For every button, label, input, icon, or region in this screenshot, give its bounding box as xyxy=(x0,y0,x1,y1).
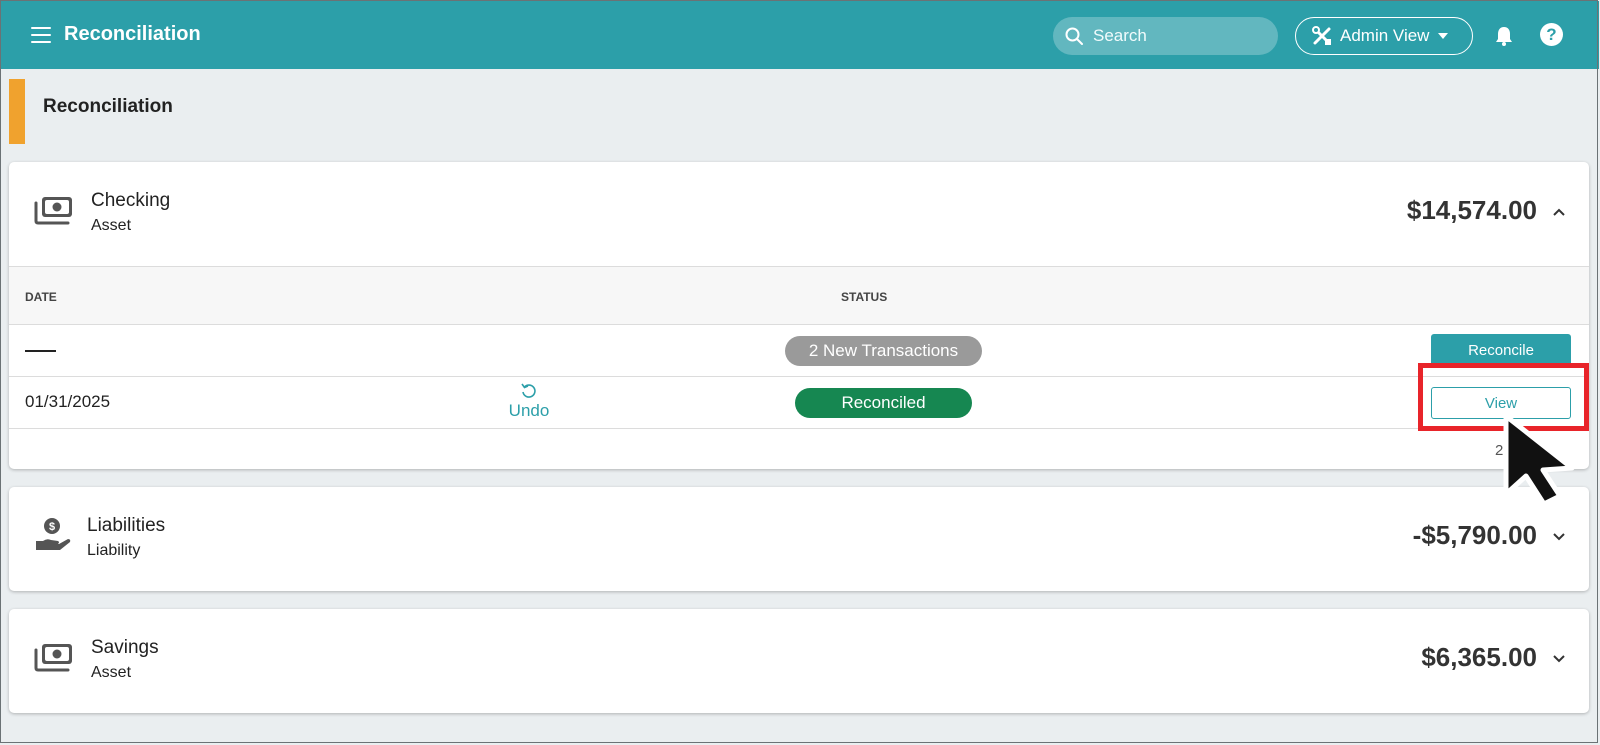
account-type: Asset xyxy=(91,217,132,234)
chevron-down-icon[interactable] xyxy=(1552,654,1566,664)
account-header-liabilities[interactable]: $ Liabilities Liability -$5,790.00 xyxy=(9,487,1589,591)
tools-icon xyxy=(1312,26,1331,45)
empty-date-dash xyxy=(25,350,56,352)
account-balance: $6,365.00 xyxy=(1421,642,1537,672)
table-row: 2 New Transactions Reconcile xyxy=(9,325,1589,377)
account-balance: -$5,790.00 xyxy=(1412,520,1537,550)
mouse-pointer-icon xyxy=(1503,413,1575,507)
account-card-savings: Savings Asset $6,365.00 xyxy=(9,609,1589,713)
table-row: 01/31/2025 Undo Reconciled View xyxy=(9,377,1589,429)
account-balance: $14,574.00 xyxy=(1406,195,1537,225)
page-title: Reconciliation xyxy=(43,96,173,117)
chevron-up-icon[interactable] xyxy=(1552,207,1566,217)
admin-view-dropdown[interactable]: Admin View xyxy=(1295,17,1473,55)
account-header-checking[interactable]: Checking Asset $14,574.00 xyxy=(9,162,1589,266)
status-badge-new-transactions: 2 New Transactions xyxy=(785,336,982,366)
bell-icon[interactable] xyxy=(1493,25,1515,52)
reconciliation-table: DATE STATUS 2 New Transactions Reconcile… xyxy=(9,266,1589,469)
account-name: Checking xyxy=(91,190,171,211)
app-title: Reconciliation xyxy=(64,23,201,45)
money-icon xyxy=(34,197,72,225)
account-header-savings[interactable]: Savings Asset $6,365.00 xyxy=(9,609,1589,713)
column-header-status: STATUS xyxy=(841,290,888,304)
account-name: Liabilities xyxy=(87,515,166,536)
status-badge-reconciled: Reconciled xyxy=(795,388,972,418)
table-header: DATE STATUS xyxy=(9,267,1589,325)
search-box[interactable] xyxy=(1053,17,1278,55)
help-icon[interactable]: ? xyxy=(1540,23,1563,46)
hamburger-menu-icon[interactable] xyxy=(31,27,51,43)
search-icon xyxy=(1065,27,1083,45)
caret-down-icon xyxy=(1438,33,1449,39)
table-footer: 2 xyxy=(9,429,1589,469)
svg-text:$: $ xyxy=(49,521,55,533)
chevron-down-icon[interactable] xyxy=(1552,532,1566,542)
account-type: Asset xyxy=(91,664,132,681)
page-title-accent xyxy=(9,79,25,144)
account-name: Savings xyxy=(91,637,159,658)
account-type: Liability xyxy=(87,542,141,559)
search-input[interactable] xyxy=(1091,25,1275,47)
undo-label: Undo xyxy=(508,401,550,420)
account-card-checking: Checking Asset $14,574.00 DATE STATUS 2 … xyxy=(9,162,1589,469)
undo-icon xyxy=(521,383,536,398)
hand-dollar-icon: $ xyxy=(36,518,71,550)
money-icon xyxy=(34,644,72,672)
account-card-liabilities: $ Liabilities Liability -$5,790.00 xyxy=(9,487,1589,591)
reconcile-button[interactable]: Reconcile xyxy=(1431,334,1571,366)
top-bar: Reconciliation Admin View ? xyxy=(1,1,1599,69)
row-date: 01/31/2025 xyxy=(25,392,111,411)
column-header-date: DATE xyxy=(25,290,57,304)
undo-button[interactable]: Undo xyxy=(504,382,554,421)
admin-view-label: Admin View xyxy=(1340,26,1430,45)
